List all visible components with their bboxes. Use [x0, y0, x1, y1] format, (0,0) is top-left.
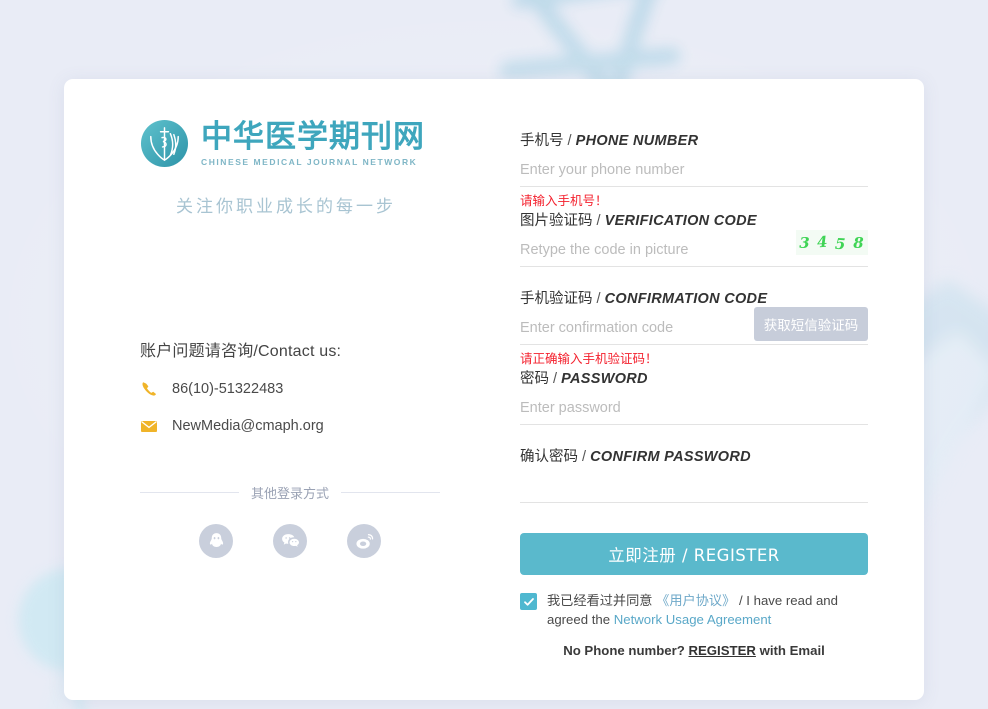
confirmation-label-cn: 手机验证码 — [520, 291, 593, 307]
verification-label-cn: 图片验证码 — [520, 213, 593, 229]
brand-name-en: CHINESE MEDICAL JOURNAL NETWORK — [201, 156, 418, 167]
contact-email-value: NewMedia@cmaph.org — [172, 418, 324, 434]
agreement-link[interactable]: Network Usage Agreement — [614, 612, 772, 627]
envelope-icon — [141, 421, 157, 432]
alt-login-divider: 其他登录方式 — [140, 483, 441, 502]
contact-row-phone: 86(10)-51322483 — [140, 380, 484, 398]
qq-icon — [209, 532, 223, 547]
confirm-password-input-wrap — [520, 475, 868, 503]
email-alt-after: with Email — [759, 643, 825, 659]
verification-label-en: VERIFICATION CODE — [604, 213, 757, 229]
alt-login-label: 其他登录方式 — [251, 486, 330, 501]
wechat-icon — [281, 533, 299, 547]
weibo-icon — [355, 533, 373, 549]
brand-name-cn: 中华医学期刊网 — [201, 119, 425, 156]
verification-label-sep: / — [596, 213, 601, 229]
social-login-qq-button[interactable] — [199, 524, 233, 558]
phone-input[interactable] — [520, 159, 868, 187]
register-submit-button[interactable]: 立即注册 / REGISTER — [520, 533, 868, 575]
password-label-cn: 密码 — [520, 371, 549, 387]
agreement-checkbox[interactable] — [520, 593, 537, 610]
password-input[interactable] — [520, 397, 868, 425]
phone-icon — [142, 382, 156, 396]
phone-input-wrap — [520, 159, 868, 187]
registration-card: 中华医学期刊网 CHINESE MEDICAL JOURNAL NETWORK … — [64, 79, 924, 700]
brand-lockup: 中华医学期刊网 CHINESE MEDICAL JOURNAL NETWORK — [140, 119, 484, 168]
verification-input-wrap: 3 4 5 8 — [520, 230, 868, 267]
send-sms-code-button[interactable]: 获取短信验证码 — [754, 307, 868, 341]
captcha-digit-1: 3 — [799, 233, 811, 252]
confirmation-field-label: 手机验证码 / CONFIRMATION CODE — [520, 287, 868, 308]
social-login-weibo-button[interactable] — [347, 524, 381, 558]
phone-label-sep: / — [567, 133, 572, 149]
password-label-en: PASSWORD — [561, 371, 648, 387]
contact-title: 账户问题请咨询/Contact us: — [140, 343, 342, 360]
confirm-password-field-label: 确认密码 / CONFIRM PASSWORD — [520, 445, 868, 466]
contact-phone-value: 86(10)-51322483 — [172, 381, 284, 397]
captcha-digit-2: 4 — [816, 232, 830, 251]
confirmation-error-message: 请正确输入手机验证码！ — [520, 351, 658, 366]
phone-label-cn: 手机号 — [520, 133, 564, 149]
confirmation-label-en: CONFIRMATION CODE — [604, 291, 768, 307]
confirm-password-label-cn: 确认密码 — [520, 449, 578, 465]
phone-field-label: 手机号 / PHONE NUMBER — [520, 129, 868, 150]
captcha-digit-3: 5 — [834, 234, 848, 253]
brand-tagline: 关注你职业成长的每一步 — [176, 197, 396, 217]
confirm-password-label-en: CONFIRM PASSWORD — [590, 449, 751, 465]
divider-line-left — [140, 492, 239, 493]
checkmark-icon — [523, 597, 534, 606]
contact-row-email: NewMedia@cmaph.org — [140, 417, 484, 435]
registration-form: 手机号 / PHONE NUMBER 请输入手机号！ 图片验证码 / VERIF… — [484, 79, 924, 700]
password-label-sep: / — [553, 371, 558, 387]
captcha-digit-4: 8 — [853, 233, 865, 252]
captcha-image[interactable]: 3 4 5 8 — [796, 230, 868, 255]
agreement-text-before: 我已经看过并同意 — [547, 593, 653, 608]
password-field-label: 密码 / PASSWORD — [520, 367, 868, 388]
verification-field-label: 图片验证码 / VERIFICATION CODE — [520, 209, 868, 230]
confirmation-label-sep: / — [596, 291, 601, 307]
email-register-link[interactable]: REGISTER — [688, 643, 755, 658]
agreement-doc-cn[interactable]: 《用户协议》 — [656, 593, 735, 608]
caduceus-circle-logo-icon — [140, 119, 189, 168]
password-input-wrap — [520, 397, 868, 425]
phone-error-message: 请输入手机号！ — [520, 193, 608, 208]
spacer-after-password — [520, 425, 868, 445]
social-login-wechat-button[interactable] — [273, 524, 307, 558]
branding-panel: 中华医学期刊网 CHINESE MEDICAL JOURNAL NETWORK … — [64, 79, 484, 700]
agreement-text: 我已经看过并同意 《用户协议》 / I have read and agreed… — [547, 591, 868, 629]
confirm-password-label-sep: / — [582, 449, 587, 465]
divider-line-right — [341, 492, 441, 493]
agreement-row: 我已经看过并同意 《用户协议》 / I have read and agreed… — [520, 591, 868, 629]
spacer-after-verification — [520, 267, 868, 287]
social-login-row — [140, 524, 440, 558]
phone-label-en: PHONE NUMBER — [575, 133, 699, 149]
email-register-row: No Phone number? REGISTER with Email — [520, 643, 868, 658]
confirmation-input-wrap: 获取短信验证码 — [520, 307, 868, 345]
email-alt-before: No Phone number? — [563, 643, 685, 659]
confirm-password-input[interactable] — [520, 475, 868, 503]
